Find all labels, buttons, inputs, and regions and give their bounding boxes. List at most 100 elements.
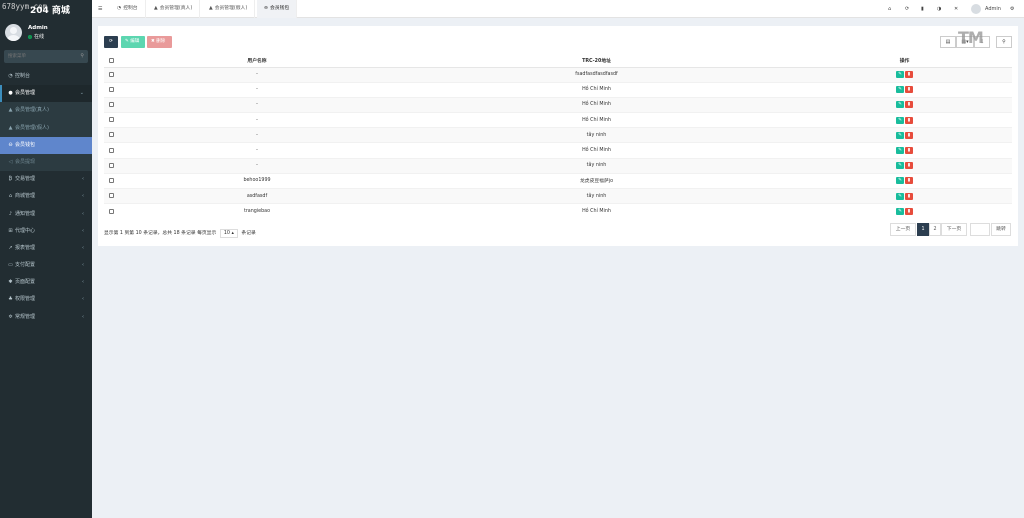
delete-row-icon[interactable]: ▮ [905, 116, 913, 124]
user-name: Admin [28, 25, 48, 31]
settings-icon[interactable]: ⚙ [1010, 0, 1014, 18]
edit-row-icon[interactable]: ✎ [896, 101, 904, 109]
sidebar-item-member-withdraw[interactable]: ◁ 会员提现 [0, 153, 92, 172]
cell-actions: ✎ ▮ [797, 157, 1012, 174]
delete-row-icon[interactable]: ▮ [905, 162, 913, 170]
user-panel: Admin 在线 [0, 18, 92, 45]
sidebar-item-shop[interactable]: ⌂ 商城管理 ‹ [0, 188, 92, 205]
home-icon[interactable]: ⌂ [888, 0, 891, 18]
delete-row-icon[interactable]: ▮ [905, 101, 913, 109]
delete-row-icon[interactable]: ▮ [905, 147, 913, 155]
row-checkbox[interactable] [108, 117, 114, 123]
sidebar-item-payment[interactable]: ▭ 支付配置 ‹ [0, 257, 92, 274]
sidebar-item-agent[interactable]: ⊞ 代理中心 ‹ [0, 223, 92, 240]
fullscreen-icon[interactable]: ✕ [954, 0, 958, 18]
sidebar-item-reports[interactable]: ↗ 报表管理 ‹ [0, 240, 92, 257]
sidebar-item-member-real[interactable]: ▲ 会员管理(真人) [0, 102, 92, 120]
sidebar-item-member-wallet[interactable]: ⊖ 会员钱包 [0, 136, 92, 154]
delete-row-icon[interactable]: ▮ [905, 177, 913, 185]
row-checkbox[interactable] [108, 177, 114, 183]
cell-username: - [118, 81, 396, 98]
edit-row-icon[interactable]: ✎ [896, 177, 904, 185]
sidebar-item-trade[interactable]: ₿ 交易管理 ‹ [0, 171, 92, 188]
row-checkbox[interactable] [108, 162, 114, 168]
cell-actions: ✎ ▮ [797, 187, 1012, 204]
tab-member-real[interactable]: ▲ 会员管理(真人) [147, 0, 201, 18]
edit-row-icon[interactable]: ✎ [896, 208, 904, 216]
delete-row-icon[interactable]: ▮ [905, 86, 913, 94]
edit-row-icon[interactable]: ✎ [896, 131, 904, 139]
menu-toggle-icon[interactable]: ☰ [98, 0, 102, 18]
page-button-2[interactable]: 2 [929, 223, 941, 236]
row-checkbox[interactable] [108, 132, 114, 138]
row-checkbox[interactable] [108, 101, 114, 107]
edit-row-icon[interactable]: ✎ [896, 147, 904, 155]
cell-username: - [118, 157, 396, 174]
header-username[interactable]: 用户名称 [118, 55, 396, 68]
delete-row-icon[interactable]: ▮ [905, 208, 913, 216]
page-button-1[interactable]: 1 [917, 223, 929, 236]
chevron-down-icon: ⌄ [79, 90, 84, 97]
select-all-checkbox[interactable] [108, 57, 114, 63]
next-page-button[interactable]: 下一页 [941, 223, 967, 236]
site-title[interactable]: 204 商城 [30, 3, 70, 16]
edit-row-icon[interactable]: ✎ [896, 71, 904, 79]
sidebar-item-label: 通知管理 [15, 210, 36, 217]
chevron-left-icon: ‹ [82, 193, 84, 200]
tab-member-wallet[interactable]: ⊖ 会员钱包 [257, 0, 298, 18]
delete-row-icon[interactable]: ▮ [905, 71, 913, 79]
search-icon[interactable]: ⚲ [80, 53, 84, 59]
sidebar-item-pages[interactable]: ✱ 页面配置 ‹ [0, 274, 92, 291]
row-checkbox[interactable] [108, 147, 114, 153]
cell-actions: ✎ ▮ [797, 96, 1012, 113]
cell-username: - [118, 96, 396, 113]
refresh-icon[interactable]: ⟳ [905, 0, 909, 18]
row-checkbox[interactable] [108, 71, 114, 77]
sidebar-item-label: 交易管理 [15, 176, 36, 183]
toggle-view-button[interactable]: ▤ [940, 36, 956, 48]
tab-dashboard[interactable]: ◔ 控制台 [110, 0, 146, 18]
wallet-panel: ⟳ ✎ 编辑 ✖ 删除 ▤ ▦▾ ⇩ ⚲ TM 用户名称 TRC-20地址 操作… [98, 26, 1018, 246]
table-row: - fsadfasdfasdfasdf ✎ ▮ [104, 66, 1012, 83]
sidebar-item-notice[interactable]: ♪ 通知管理 ‹ [0, 206, 92, 223]
row-checkbox[interactable] [108, 208, 114, 214]
header-avatar[interactable] [971, 4, 981, 14]
cell-username: - [118, 142, 396, 159]
header-trc20-address[interactable]: TRC-20地址 [396, 55, 797, 68]
sidebar-item-label: 会员管理 [15, 90, 36, 97]
sidebar-item-dashboard[interactable]: ◔ 控制台 [0, 68, 92, 85]
language-icon[interactable]: ◑ [937, 0, 941, 18]
sidebar-search-input[interactable] [4, 50, 76, 63]
cell-actions: ✎ ▮ [797, 203, 1012, 219]
goto-page-button[interactable]: 跳转 [991, 223, 1011, 236]
delete-row-icon[interactable]: ▮ [905, 192, 913, 200]
trash-icon[interactable]: ▮ [921, 0, 924, 18]
row-select-cell [104, 127, 118, 143]
search-toggle-button[interactable]: ⚲ [996, 36, 1012, 48]
edit-row-icon[interactable]: ✎ [896, 86, 904, 94]
user-icon: ▲ [8, 124, 13, 131]
volume-icon: ◁ [8, 158, 13, 165]
edit-row-icon[interactable]: ✎ [896, 192, 904, 200]
sidebar-item-general[interactable]: ✲ 常规管理 ‹ [0, 309, 92, 326]
delete-button[interactable]: ✖ 删除 [147, 36, 172, 48]
sidebar-item-member-fake[interactable]: ▲ 会员管理(假人) [0, 119, 92, 137]
row-checkbox[interactable] [108, 193, 114, 199]
sidebar-item-member-management[interactable]: ● 会员管理 ⌄ [0, 85, 92, 103]
row-checkbox[interactable] [108, 86, 114, 92]
edit-row-icon[interactable]: ✎ [896, 162, 904, 170]
edit-button[interactable]: ✎ 编辑 [121, 36, 145, 48]
home-icon: ⌂ [8, 193, 13, 200]
table-row: - Hồ Chí Minh ✎ ▮ [104, 112, 1012, 128]
refresh-button[interactable]: ⟳ [104, 36, 118, 48]
header-admin-name[interactable]: Admin [985, 0, 1001, 18]
tab-member-fake[interactable]: ▲ 会员管理(假人) [202, 0, 256, 18]
chevron-left-icon: ‹ [82, 227, 84, 234]
sidebar-item-permissions[interactable]: ♣ 权限管理 ‹ [0, 291, 92, 308]
goto-page-input[interactable] [970, 223, 990, 236]
page-size-select[interactable]: 10 ▴ [219, 229, 238, 238]
prev-page-button[interactable]: 上一页 [890, 223, 916, 236]
table-row: asdfasdf tây ninh ✎ ▮ [104, 187, 1012, 204]
delete-row-icon[interactable]: ▮ [905, 131, 913, 139]
edit-row-icon[interactable]: ✎ [896, 116, 904, 124]
